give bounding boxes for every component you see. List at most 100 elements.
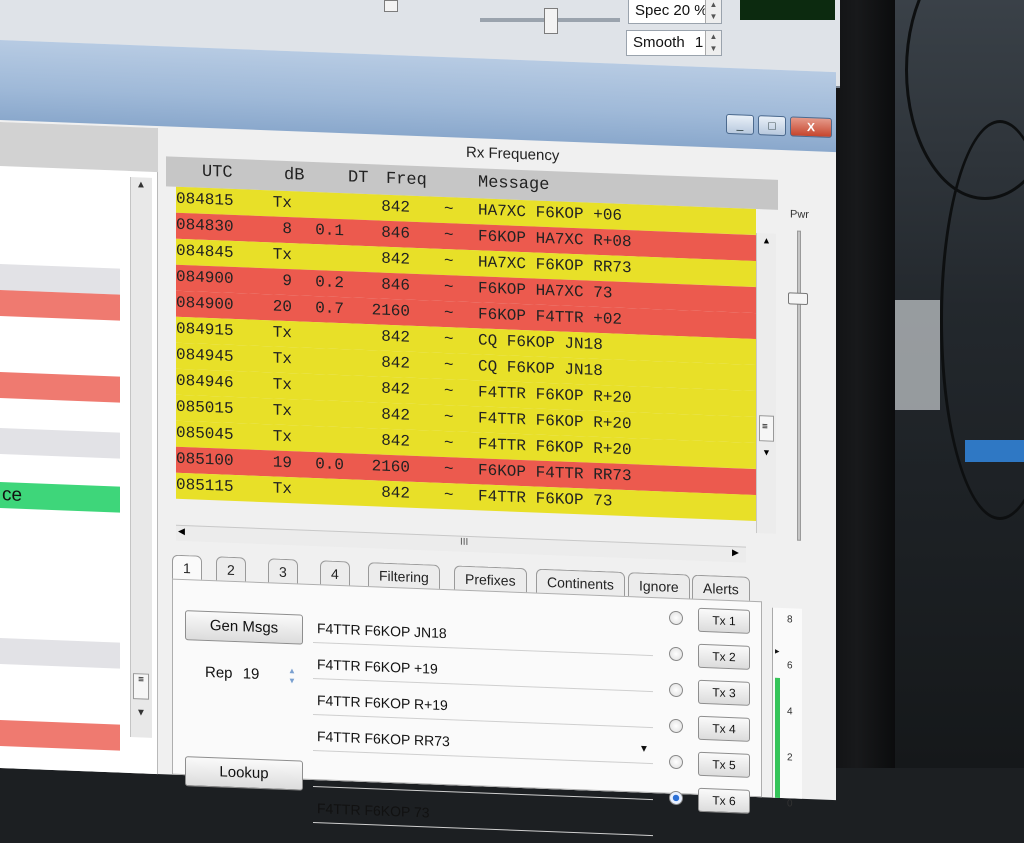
- background-light: [890, 300, 940, 410]
- rx-frequency-title: Rx Frequency: [466, 143, 560, 165]
- hscroll-grip[interactable]: III: [460, 537, 468, 548]
- tx3-radio[interactable]: [669, 682, 683, 698]
- rx-cell-dt: 0.1: [315, 221, 344, 241]
- tx6-radio[interactable]: [669, 790, 683, 806]
- tx3-button[interactable]: Tx 3: [698, 679, 750, 706]
- tx6-button[interactable]: Tx 6: [698, 787, 750, 814]
- rx-cell-dt: [284, 246, 344, 248]
- tab-3[interactable]: 3: [268, 558, 298, 586]
- meter-tick-label: 6: [787, 660, 793, 672]
- rx-cell-dt: [284, 402, 344, 404]
- rx-cell-utc: 085100: [176, 449, 234, 470]
- rx-cell-db: 20: [272, 297, 292, 317]
- col-db: dB: [284, 165, 305, 186]
- rx-cell-dt: 0.2: [315, 273, 344, 293]
- rx-cell-sep: ~: [444, 252, 454, 271]
- tx3-message-field[interactable]: F4TTR F6KOP R+19: [313, 685, 653, 729]
- tx4-radio[interactable]: [669, 718, 683, 734]
- gen-msgs-button[interactable]: Gen Msgs: [185, 610, 303, 645]
- pwr-slider-thumb[interactable]: [788, 292, 808, 306]
- tx5-radio[interactable]: [669, 754, 683, 770]
- rx-cell-dt: [284, 194, 344, 196]
- pwr-slider-track[interactable]: [797, 230, 801, 541]
- rx-cell-sep: ~: [444, 408, 454, 427]
- band-activity-scrollbar[interactable]: ▲ ≡ ▼: [130, 176, 152, 738]
- scroll-right-icon[interactable]: ▶: [732, 547, 739, 558]
- minimize-button[interactable]: _: [726, 113, 754, 135]
- spec-spinbox[interactable]: Spec 20 % ▲ ▼: [628, 0, 722, 24]
- smooth-label: Smooth: [633, 34, 685, 51]
- rep-spinbox[interactable]: Rep 19 ▲ ▼: [191, 660, 301, 690]
- rx-frequency-scrollbar[interactable]: ▲ ≡ ▼: [756, 233, 776, 534]
- rx-cell-dt: 0.7: [315, 299, 344, 319]
- meter-tick-label: 0: [787, 798, 793, 810]
- smooth-value: 1: [694, 34, 704, 51]
- tx4-button[interactable]: Tx 4: [698, 715, 750, 742]
- rx-cell-db: Tx: [272, 427, 292, 447]
- rx-cell-utc: 084845: [176, 241, 234, 262]
- band-activity-row[interactable]: [0, 720, 120, 751]
- tx1-message-field[interactable]: F4TTR F6KOP JN18: [313, 613, 653, 657]
- rep-label: Rep: [205, 663, 233, 682]
- rx-cell-message: F4TTR F6KOP R+20: [478, 383, 632, 408]
- rx-cell-message: F6KOP HA7XC R+08: [478, 227, 632, 252]
- tx4-message-field[interactable]: F4TTR F6KOP RR73: [313, 721, 653, 765]
- band-activity-row[interactable]: [0, 428, 120, 459]
- band-activity-row[interactable]: [0, 372, 120, 403]
- scroll-down-icon[interactable]: ▼: [762, 447, 771, 457]
- pwr-label: Pwr: [790, 208, 809, 222]
- rx-cell-sep: ~: [444, 486, 454, 505]
- smooth-spinbox[interactable]: Smooth 1 ▲ ▼: [626, 30, 722, 56]
- rx-cell-utc: 085115: [176, 475, 234, 496]
- scroll-up-icon[interactable]: ▲: [762, 235, 771, 245]
- scroll-thumb[interactable]: ≡: [133, 673, 149, 700]
- rx-cell-utc: 084830: [176, 215, 234, 236]
- rx-cell-message: F4TTR F6KOP R+20: [478, 409, 632, 434]
- col-utc: UTC: [202, 162, 233, 183]
- tx2-radio[interactable]: [669, 646, 683, 662]
- wide-graph-slider-thumb[interactable]: [384, 0, 398, 12]
- scroll-down-icon[interactable]: ▼: [136, 707, 146, 718]
- tx5-message-field[interactable]: [313, 757, 653, 801]
- audio-level-meter: ▸ 8 6 4 2 0: [772, 607, 802, 809]
- rx-cell-sep: ~: [444, 278, 454, 297]
- rx-cell-utc: 085015: [176, 397, 234, 418]
- tx5-button[interactable]: Tx 5: [698, 751, 750, 778]
- rx-cell-db: Tx: [272, 401, 292, 421]
- rx-cell-dt: 0.0: [315, 455, 344, 475]
- lookup-button[interactable]: Lookup: [185, 756, 303, 791]
- tx1-button[interactable]: Tx 1: [698, 607, 750, 634]
- scroll-thumb[interactable]: ≡: [759, 415, 774, 442]
- rx-cell-sep: ~: [444, 382, 454, 401]
- tx6-message-field[interactable]: F4TTR F6KOP 73: [313, 793, 653, 837]
- spin-arrows-icon[interactable]: ▲ ▼: [705, 31, 721, 55]
- band-activity-row[interactable]: [0, 290, 120, 321]
- scroll-left-icon[interactable]: ◀: [178, 526, 185, 537]
- spin-arrows-icon[interactable]: ▲ ▼: [705, 0, 721, 23]
- scroll-up-icon[interactable]: ▲: [136, 179, 146, 190]
- band-activity-row[interactable]: [0, 638, 120, 669]
- tx2-message-field[interactable]: F4TTR F6KOP +19: [313, 649, 653, 693]
- audio-level-bar: [775, 677, 780, 798]
- rx-cell-dt: [284, 376, 344, 378]
- wide-graph-slider-thumb[interactable]: [544, 8, 558, 34]
- tab-2[interactable]: 2: [216, 556, 246, 584]
- band-activity-panel: ce ▲ ≡ ▼: [0, 122, 158, 775]
- rx-cell-freq: 842: [381, 327, 410, 347]
- rx-cell-message: HA7XC F6KOP +06: [478, 201, 623, 225]
- band-activity-text: ce: [2, 484, 23, 506]
- band-activity-row[interactable]: ce: [0, 482, 120, 513]
- tab-4[interactable]: 4: [320, 560, 350, 588]
- band-activity-header: [0, 122, 158, 173]
- col-message: Message: [478, 173, 550, 196]
- tx2-button[interactable]: Tx 2: [698, 643, 750, 670]
- spin-arrows-icon[interactable]: ▲ ▼: [285, 666, 299, 687]
- rx-frequency-hscroll[interactable]: ◀ III ▶: [176, 524, 746, 563]
- tx1-radio[interactable]: [669, 610, 683, 626]
- rx-cell-sep: ~: [444, 226, 454, 245]
- rx-cell-dt: [284, 428, 344, 430]
- rx-cell-db: 19: [272, 453, 292, 473]
- close-button[interactable]: X: [790, 116, 832, 138]
- rx-cell-message: F6KOP HA7XC 73: [478, 279, 613, 303]
- maximize-button[interactable]: □: [758, 115, 786, 137]
